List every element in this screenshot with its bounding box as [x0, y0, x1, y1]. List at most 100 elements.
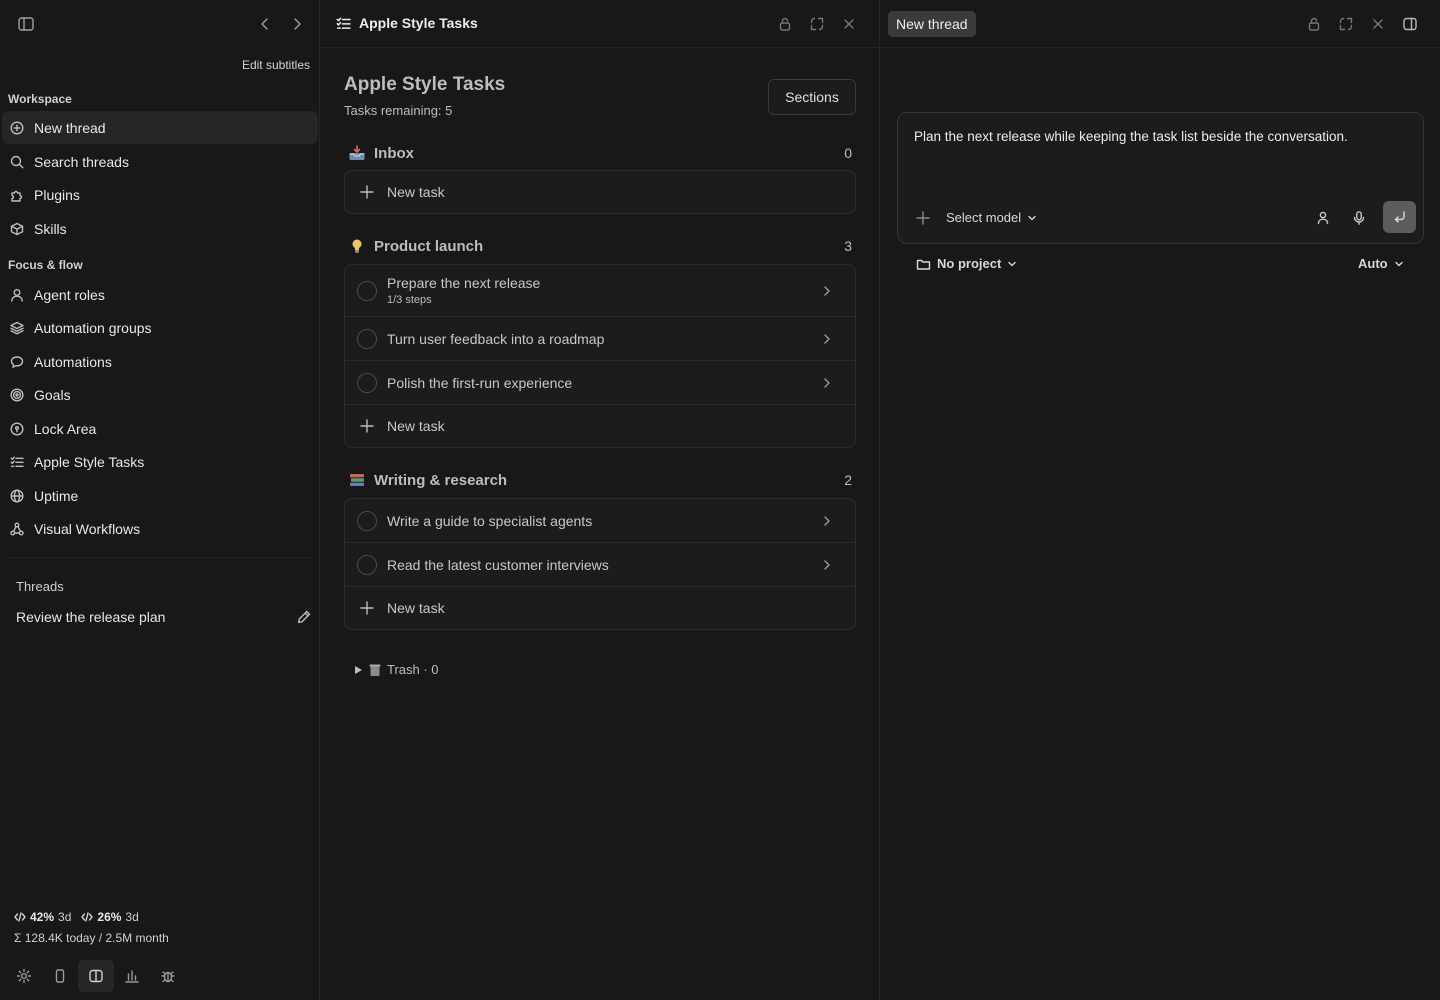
agent-person-icon[interactable] [1315, 210, 1331, 226]
sidebar-item-uptime[interactable]: Uptime [2, 479, 318, 512]
sidebar-item-visual-workflows[interactable]: Visual Workflows [2, 512, 318, 545]
chevron-right-icon[interactable] [821, 285, 833, 297]
task-checkbox[interactable] [357, 373, 377, 393]
expand-icon[interactable] [809, 16, 825, 32]
task-row[interactable]: Prepare the next release 1/3 steps [345, 265, 855, 317]
task-checkbox[interactable] [357, 511, 377, 531]
new-task-row[interactable]: New task [345, 405, 855, 447]
toggle-sidebar-icon[interactable] [16, 14, 36, 34]
section-card-writing-research: Write a guide to specialist agents Read … [344, 498, 856, 630]
section-header-product-launch[interactable]: Product launch 3 [348, 235, 852, 257]
edit-subtitles-button[interactable]: Edit subtitles [242, 58, 310, 72]
task-row[interactable]: Polish the first-run experience [345, 361, 855, 405]
chevron-right-icon[interactable] [821, 515, 833, 527]
sidebar: Edit subtitles Workspace New thread Sear… [0, 0, 320, 1000]
forward-icon[interactable] [287, 14, 307, 34]
task-title: Write a guide to specialist agents [387, 513, 593, 529]
chevron-right-icon[interactable] [821, 377, 833, 389]
usage-b-period: 3d [125, 910, 139, 924]
section-count: 0 [844, 145, 852, 161]
chevron-down-icon [1394, 261, 1403, 266]
trash-toggle[interactable]: Trash · 0 [354, 662, 439, 677]
send-button[interactable] [1383, 201, 1416, 233]
thread-pane: New thread Plan the next release while k… [880, 0, 1440, 1000]
lightbulb-icon [352, 239, 362, 253]
plus-icon [360, 185, 374, 199]
task-row[interactable]: Turn user feedback into a roadmap [345, 317, 855, 361]
sidebar-item-label: Uptime [34, 487, 79, 504]
composer-text[interactable]: Plan the next release while keeping the … [914, 129, 1348, 144]
section-header-writing-research[interactable]: Writing & research 2 [348, 469, 852, 491]
settings-button[interactable] [6, 960, 42, 992]
chevron-down-icon [1008, 261, 1016, 266]
task-title: Read the latest customer interviews [387, 557, 609, 573]
expand-icon[interactable] [1338, 16, 1354, 32]
sidebar-item-skills[interactable]: Skills [2, 212, 318, 245]
usage-stats: 42% 3d 26% 3d [14, 910, 139, 924]
new-task-row[interactable]: New task [345, 171, 855, 213]
task-row[interactable]: Write a guide to specialist agents [345, 499, 855, 543]
sidebar-item-plugins[interactable]: Plugins [2, 178, 318, 211]
send-return-icon [1394, 211, 1405, 223]
stats-button[interactable] [114, 960, 150, 992]
close-icon[interactable] [841, 16, 857, 32]
task-row[interactable]: Read the latest customer interviews [345, 543, 855, 587]
phone-icon [55, 969, 65, 983]
model-select[interactable]: Select model [946, 210, 1037, 225]
chat-bubble-icon [10, 355, 24, 368]
task-checkbox[interactable] [357, 555, 377, 575]
sidebar-item-new-thread[interactable]: New thread [2, 111, 318, 144]
disclosure-triangle-icon [355, 665, 362, 674]
mode-select[interactable]: Auto [1358, 256, 1404, 271]
workspace-label: Workspace [8, 92, 72, 106]
sidebar-item-lock-area[interactable]: Lock Area [2, 412, 318, 445]
person-icon [11, 288, 23, 302]
lock-icon[interactable] [1306, 16, 1322, 32]
sidebar-item-automation-groups[interactable]: Automation groups [2, 311, 318, 344]
thread-item-label: Review the release plan [16, 609, 166, 625]
checklist-icon [10, 456, 24, 467]
sections-button[interactable]: Sections [768, 79, 856, 115]
tasks-pane-actions [777, 16, 857, 32]
split-view-icon [89, 969, 103, 983]
sidebar-item-agent-roles[interactable]: Agent roles [2, 278, 318, 311]
debug-button[interactable] [150, 960, 186, 992]
checklist-icon [336, 17, 351, 29]
section-name: Inbox [374, 144, 414, 162]
chevron-down-icon [1028, 215, 1036, 220]
sidebar-item-search-threads[interactable]: Search threads [2, 145, 318, 178]
code-icon [81, 912, 94, 922]
task-checkbox[interactable] [357, 329, 377, 349]
message-composer[interactable]: Plan the next release while keeping the … [897, 112, 1424, 244]
chevron-right-icon[interactable] [821, 559, 833, 571]
section-header-inbox[interactable]: Inbox 0 [348, 142, 852, 164]
thread-tab[interactable]: New thread [888, 11, 976, 37]
sidebar-item-automations[interactable]: Automations [2, 345, 318, 378]
task-checkbox[interactable] [357, 281, 377, 301]
toggle-right-panel-icon[interactable] [1402, 16, 1418, 32]
search-icon [10, 155, 24, 169]
bug-icon [161, 971, 175, 983]
plus-icon [360, 601, 374, 615]
close-icon[interactable] [1370, 16, 1386, 32]
back-icon[interactable] [255, 14, 275, 34]
workflow-icon [10, 522, 24, 535]
microphone-icon[interactable] [1351, 210, 1367, 226]
project-select[interactable]: No project [916, 256, 1017, 271]
sidebar-item-apple-style-tasks[interactable]: Apple Style Tasks [2, 445, 318, 478]
lock-icon[interactable] [777, 16, 793, 32]
tasks-pane: Apple Style Tasks Apple Style Tasks Task… [320, 0, 880, 1000]
chevron-right-icon[interactable] [821, 333, 833, 345]
thread-item[interactable]: Review the release plan [16, 607, 312, 627]
new-task-label: New task [387, 600, 445, 616]
new-task-row[interactable]: New task [345, 587, 855, 629]
mobile-view-button[interactable] [42, 960, 78, 992]
split-view-button[interactable] [78, 960, 114, 992]
sidebar-item-goals[interactable]: Goals [2, 378, 318, 411]
code-icon [14, 912, 26, 922]
edit-pencil-icon[interactable] [296, 609, 312, 625]
sidebar-item-label: Visual Workflows [34, 520, 141, 537]
cube-icon [10, 222, 24, 235]
attach-plus-icon[interactable] [916, 211, 930, 225]
section-card-inbox: New task [344, 170, 856, 214]
